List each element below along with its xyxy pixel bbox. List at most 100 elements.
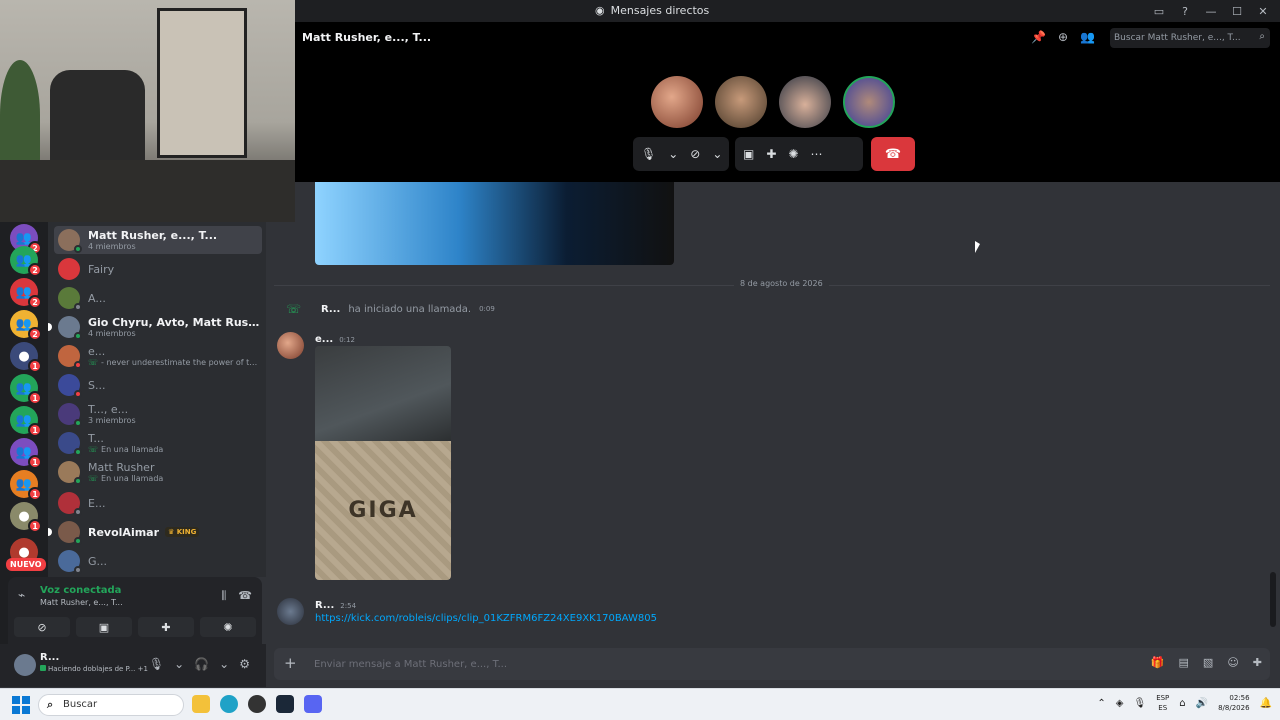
- server-icon[interactable]: 👥 2: [10, 310, 42, 341]
- activities-icon[interactable]: ✚: [766, 147, 776, 161]
- dm-name: RevolAimar: [88, 525, 160, 539]
- dm-item[interactable]: G...: [54, 547, 262, 575]
- system-author[interactable]: R...: [321, 304, 340, 315]
- avatar[interactable]: [277, 332, 304, 359]
- avatar[interactable]: [14, 654, 36, 676]
- unread-badge: 2: [28, 263, 42, 277]
- camera-off-button[interactable]: ⊘: [14, 617, 70, 637]
- chevron-up-icon[interactable]: ⌃: [1097, 698, 1105, 709]
- shield-icon[interactable]: ◈: [1116, 698, 1124, 709]
- dm-item[interactable]: A...: [54, 284, 262, 312]
- chevron-down-icon[interactable]: ⌄: [712, 147, 722, 161]
- help-icon[interactable]: ?: [1174, 2, 1196, 20]
- server-icon[interactable]: 👥 2: [10, 246, 42, 277]
- hang-up-button[interactable]: ☎: [871, 137, 915, 171]
- image-attachment[interactable]: [315, 182, 674, 265]
- edge-icon[interactable]: [220, 695, 238, 713]
- activities-button[interactable]: ✚: [138, 617, 194, 637]
- search-box[interactable]: ⌕: [1110, 28, 1270, 48]
- dm-item[interactable]: S...: [54, 371, 262, 399]
- members-icon[interactable]: 👥: [1080, 30, 1095, 44]
- soundboard-icon[interactable]: ✺: [788, 147, 798, 161]
- mic-icon[interactable]: 🎙: [641, 147, 656, 161]
- mic-icon[interactable]: 🎙: [149, 657, 164, 671]
- server-icon[interactable]: ● 1: [10, 342, 42, 373]
- pin-icon[interactable]: 📌: [1031, 30, 1046, 44]
- signal-icon[interactable]: ⌁: [18, 588, 25, 602]
- participant-avatar[interactable]: [715, 76, 767, 128]
- start-button[interactable]: [12, 696, 30, 714]
- mic-icon[interactable]: 🎙: [1133, 698, 1146, 709]
- server-icon[interactable]: 👥 2: [10, 278, 42, 309]
- notifications-icon[interactable]: 🔔: [1260, 698, 1272, 709]
- message-link[interactable]: https://kick.com/robleis/clips/clip_01KZ…: [315, 613, 657, 624]
- dm-name: e...: [88, 345, 106, 358]
- language-indicator[interactable]: ESP ES: [1156, 693, 1169, 713]
- taskbar-search[interactable]: ⌕ Buscar: [38, 694, 184, 716]
- file-explorer-icon[interactable]: [192, 695, 210, 713]
- dm-item[interactable]: Matt Rusher ☏ En una llamada: [54, 458, 262, 486]
- image-attachment[interactable]: GIGA: [315, 346, 451, 580]
- gift-icon[interactable]: 🎁: [1151, 656, 1165, 669]
- dm-item[interactable]: e... ☏ - never underestimate the power of …: [54, 342, 262, 370]
- clock[interactable]: 02:56 8/8/2026: [1218, 693, 1249, 713]
- add-friend-icon[interactable]: ⊕: [1058, 30, 1068, 44]
- avatar: [58, 432, 82, 456]
- apps-icon[interactable]: ✚: [1253, 656, 1262, 669]
- dm-item[interactable]: T... ☏ En una llamada: [54, 429, 262, 457]
- network-icon[interactable]: ⌂: [1179, 698, 1185, 709]
- dm-item[interactable]: RevolAimar ♛ KING: [48, 518, 262, 546]
- soundboard-button[interactable]: ✺: [200, 617, 256, 637]
- discord-icon[interactable]: [304, 695, 322, 713]
- server-icon[interactable]: 👥 1: [10, 470, 42, 501]
- timestamp: 0:09: [479, 305, 495, 313]
- app-icon[interactable]: [248, 695, 266, 713]
- avatar: ●: [18, 508, 30, 524]
- server-icon[interactable]: ● 1: [10, 502, 42, 533]
- minimize-button[interactable]: —: [1200, 2, 1222, 20]
- user-panel: R... Haciendo doblajes de P... +1 🎙 ⌄ 🎧 …: [0, 644, 266, 687]
- search-input[interactable]: [1114, 30, 1244, 46]
- noise-suppression-icon[interactable]: ⫼: [221, 589, 226, 603]
- dm-subtitle: 4 miembros: [88, 242, 136, 251]
- chevron-down-icon[interactable]: ⌄: [174, 657, 184, 671]
- camera-off-icon[interactable]: ⊘: [690, 147, 700, 161]
- participant-avatar-speaking[interactable]: [843, 76, 895, 128]
- steam-icon[interactable]: [276, 695, 294, 713]
- add-attachment-icon[interactable]: +: [284, 654, 297, 672]
- scrollbar[interactable]: [1270, 572, 1276, 627]
- maximize-button[interactable]: ☐: [1226, 2, 1248, 20]
- close-button[interactable]: ✕: [1252, 2, 1274, 20]
- server-icon[interactable]: 👥 1: [10, 406, 42, 437]
- dm-item[interactable]: Matt Rusher, e..., T... 4 miembros: [54, 226, 262, 254]
- participant-avatar[interactable]: [651, 76, 703, 128]
- volume-icon[interactable]: 🔊: [1196, 698, 1208, 709]
- status-dot: [74, 508, 82, 516]
- sticker-icon[interactable]: ▧: [1203, 656, 1213, 669]
- dm-item[interactable]: Fairy: [54, 255, 262, 283]
- chevron-down-icon[interactable]: ⌄: [668, 147, 678, 161]
- dm-item[interactable]: E...: [54, 489, 262, 517]
- chevron-down-icon[interactable]: ⌄: [219, 657, 229, 671]
- message-input[interactable]: [314, 655, 914, 673]
- screen-share-button[interactable]: ▣: [76, 617, 132, 637]
- disconnect-icon[interactable]: ☎: [238, 589, 252, 603]
- mic-controls: 🎙 ⌄ ⊘ ⌄: [633, 137, 729, 171]
- server-icon[interactable]: 👥 1: [10, 438, 42, 469]
- voice-channel[interactable]: Matt Rusher, e..., T...: [40, 598, 123, 607]
- headphones-icon[interactable]: 🎧: [194, 657, 209, 671]
- call-area: 🎙 ⌄ ⊘ ⌄ ▣ ✚ ✺ ⋯ ☎: [295, 54, 1280, 182]
- dm-name: Matt Rusher: [88, 461, 155, 474]
- inbox-icon[interactable]: ▭: [1148, 2, 1170, 20]
- avatar[interactable]: [277, 598, 304, 625]
- screen-share-icon[interactable]: ▣: [743, 147, 754, 161]
- message-author: e... 0:12: [315, 334, 355, 345]
- participant-avatar[interactable]: [779, 76, 831, 128]
- gear-icon[interactable]: ⚙: [239, 657, 250, 671]
- server-icon[interactable]: 👥 1: [10, 374, 42, 405]
- emoji-icon[interactable]: ☺: [1227, 656, 1238, 669]
- dm-item[interactable]: Gio Chyru, Avto, Matt Rusher 4 miembros: [48, 313, 262, 341]
- more-icon[interactable]: ⋯: [810, 147, 822, 161]
- gif-icon[interactable]: ▤: [1179, 656, 1189, 669]
- dm-item[interactable]: T..., e... 3 miembros: [54, 400, 262, 428]
